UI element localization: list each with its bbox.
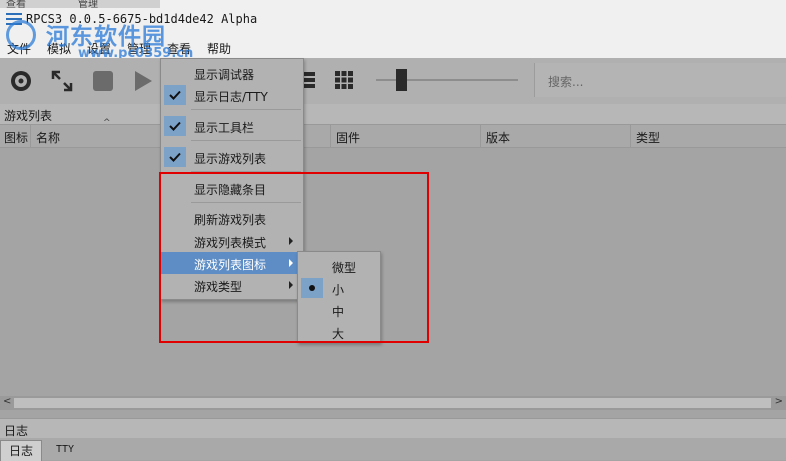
menu-item-label: 显示游戏列表 xyxy=(194,152,267,166)
submenu-item-label: 小 xyxy=(332,283,345,297)
game-list-header: 游戏列表 xyxy=(0,104,786,125)
game-list-area[interactable] xyxy=(0,148,786,396)
log-tab-bar: 日志 TTY xyxy=(0,438,786,461)
scroll-left-icon[interactable]: < xyxy=(3,396,11,407)
top-strip-label-2: 管理 xyxy=(78,0,98,10)
submenu-item-label: 大 xyxy=(332,327,345,341)
menu-separator xyxy=(191,109,301,110)
check-icon xyxy=(164,85,186,105)
check-icon xyxy=(164,147,186,167)
column-icon[interactable]: 图标 xyxy=(4,129,28,146)
play-icon[interactable] xyxy=(132,69,154,96)
menu-item-label: 游戏列表模式 xyxy=(194,236,267,250)
submenu-item-medium[interactable]: 中 xyxy=(298,299,380,321)
menu-item-label: 显示调试器 xyxy=(194,68,255,82)
horizontal-scrollbar[interactable]: < > xyxy=(0,396,786,410)
menu-item-label: 显示工具栏 xyxy=(194,121,255,135)
menu-help[interactable]: 帮助 xyxy=(207,40,231,57)
search-placeholder: 搜索... xyxy=(548,75,584,89)
menu-item-show-hidden-entries[interactable]: 显示隐藏条目 xyxy=(161,177,303,199)
scrollbar-thumb[interactable] xyxy=(14,398,771,408)
scroll-right-icon[interactable]: > xyxy=(775,396,783,407)
icon-size-slider-handle[interactable] xyxy=(396,69,407,91)
menu-item-refresh-game-list[interactable]: 刷新游戏列表 xyxy=(161,207,303,229)
menu-item-game-types[interactable]: 游戏类型 xyxy=(161,274,303,296)
menu-item-game-list-icons[interactable]: 游戏列表图标 xyxy=(161,252,303,274)
watermark-logo xyxy=(6,20,36,50)
tab-log[interactable]: 日志 xyxy=(0,440,43,461)
column-name[interactable]: 名称 xyxy=(36,129,60,146)
menu-item-label: 游戏列表图标 xyxy=(194,258,267,272)
menu-item-show-game-list[interactable]: 显示游戏列表 xyxy=(161,146,303,168)
menu-item-game-list-mode[interactable]: 游戏列表模式 xyxy=(161,230,303,252)
disc-icon[interactable] xyxy=(9,69,33,96)
submenu-arrow-icon xyxy=(289,259,293,267)
view-dropdown-menu: 显示调试器 显示日志/TTY 显示工具栏 显示游戏列表 显示隐藏条目 刷新游戏列… xyxy=(160,58,304,300)
search-input[interactable]: 搜索... xyxy=(534,63,786,97)
fullscreen-icon[interactable] xyxy=(50,69,74,96)
menu-separator xyxy=(191,171,301,172)
submenu-item-small[interactable]: 小 xyxy=(298,277,380,299)
menu-item-label: 刷新游戏列表 xyxy=(194,213,267,227)
top-strip-label-1: 查看 xyxy=(6,0,26,10)
menu-item-label: 显示隐藏条目 xyxy=(194,183,267,197)
tab-tty[interactable]: TTY xyxy=(48,440,82,460)
column-type[interactable]: 类型 xyxy=(636,129,660,146)
radio-selected-icon xyxy=(301,278,323,298)
column-firmware[interactable]: 固件 xyxy=(336,129,360,146)
check-icon xyxy=(164,116,186,136)
menu-item-show-toolbar[interactable]: 显示工具栏 xyxy=(161,115,303,137)
log-header: 日志 xyxy=(0,418,786,439)
grid-view-icon[interactable] xyxy=(335,71,353,92)
submenu-arrow-icon xyxy=(289,281,293,289)
submenu-item-large[interactable]: 大 xyxy=(298,321,380,343)
menu-separator xyxy=(191,202,301,203)
menu-item-show-debugger[interactable]: 显示调试器 xyxy=(161,62,303,84)
menu-separator xyxy=(191,140,301,141)
icon-size-submenu: 微型 小 中 大 xyxy=(297,251,381,343)
menu-item-show-log-tty[interactable]: 显示日志/TTY xyxy=(161,84,303,106)
column-version[interactable]: 版本 xyxy=(486,129,510,146)
submenu-arrow-icon xyxy=(289,237,293,245)
submenu-item-tiny[interactable]: 微型 xyxy=(298,255,380,277)
stop-icon[interactable] xyxy=(92,70,114,95)
submenu-item-label: 微型 xyxy=(332,261,357,275)
menu-item-label: 游戏类型 xyxy=(194,280,243,294)
game-list-title: 游戏列表 xyxy=(4,109,53,123)
menu-item-label: 显示日志/TTY xyxy=(194,90,268,104)
log-title: 日志 xyxy=(4,424,29,438)
column-header-row: 图标 名称 固件 版本 类型 xyxy=(0,125,786,148)
submenu-item-label: 中 xyxy=(332,305,345,319)
top-strip: 查看 管理 xyxy=(0,0,160,10)
